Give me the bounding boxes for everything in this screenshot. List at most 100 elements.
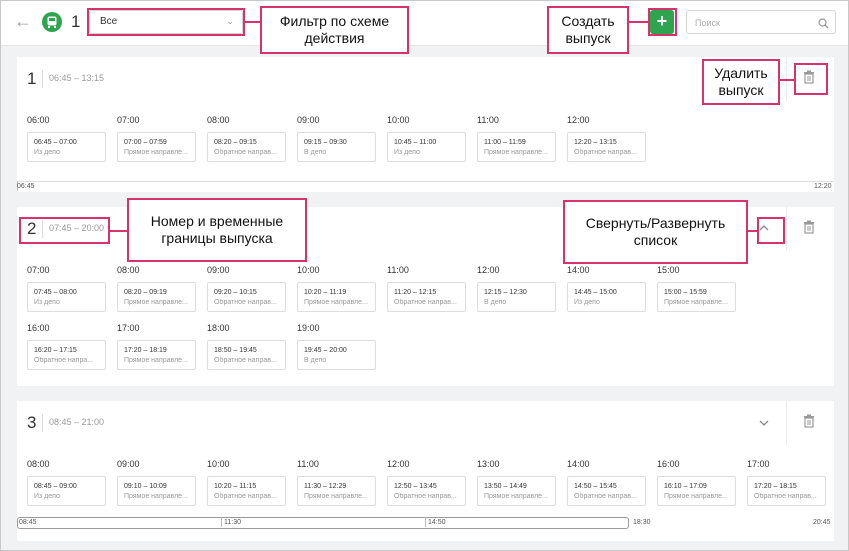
hour-label: 08:00: [117, 265, 140, 275]
trip-card[interactable]: 14:45 – 15:00 Из депо: [567, 282, 646, 312]
delete-release-button[interactable]: [786, 207, 834, 251]
trip-card[interactable]: 11:30 – 12:29 Прямое направле...: [297, 476, 376, 506]
trip-direction: Прямое направле...: [124, 493, 188, 500]
release-header: 3 08:45 – 21:00: [17, 401, 834, 445]
trash-icon: [803, 414, 815, 433]
callout-number: Номер и временные границы выпуска: [127, 198, 307, 262]
hour-label: 10:00: [297, 265, 320, 275]
back-arrow-icon[interactable]: ←: [13, 11, 33, 31]
trip-card[interactable]: 10:45 – 11:00 Из депо: [387, 132, 466, 162]
trip-direction: Обратное направ...: [214, 493, 277, 500]
trip-time: 07:00 – 07:59: [124, 139, 167, 146]
trip-card[interactable]: 15:00 – 15:59 Прямое направле...: [657, 282, 736, 312]
trip-direction: В депо: [304, 357, 327, 364]
timeline-tick: [221, 517, 222, 527]
timeline: 08:45 11:30 14:50 18:30 20:45: [17, 517, 834, 529]
trip-direction: Обратное направ...: [214, 149, 277, 156]
content-area: 1 06:45 – 13:15 06:45 12:20 06:00 06:45 –…: [1, 46, 848, 550]
search-input[interactable]: [693, 14, 817, 32]
trip-card[interactable]: 13:50 – 14:49 Прямое направле...: [477, 476, 556, 506]
app-frame: ← 1 Все ⌄ + 1 06:45 – 13:15: [0, 0, 849, 551]
connector: [629, 21, 648, 23]
trip-time: 14:45 – 15:00: [574, 289, 617, 296]
trip-card[interactable]: 16:10 – 17:09 Прямое направле...: [657, 476, 736, 506]
delete-release-button[interactable]: [786, 401, 834, 445]
hour-label: 17:00: [117, 323, 140, 333]
trip-time: 12:50 – 13:45: [394, 483, 437, 490]
trip-card[interactable]: 11:20 – 12:15 Обратное направ...: [387, 282, 466, 312]
trip-card[interactable]: 14:50 – 15:45 Обратное направ...: [567, 476, 646, 506]
trip-time: 07:45 – 08:00: [34, 289, 77, 296]
trip-card[interactable]: 08:20 – 09:15 Обратное направ...: [207, 132, 286, 162]
trip-time: 06:45 – 07:00: [34, 139, 77, 146]
timeline-label: 18:30: [633, 519, 651, 526]
release-number: 1: [27, 69, 37, 88]
collapse-toggle-button[interactable]: [738, 401, 786, 445]
trip-card[interactable]: 09:10 – 10:09 Прямое направле...: [117, 476, 196, 506]
trip-card[interactable]: 07:45 – 08:00 Из депо: [27, 282, 106, 312]
trip-card[interactable]: 08:45 – 09:00 Из депо: [27, 476, 106, 506]
trip-time: 09:15 – 09:30: [304, 139, 347, 146]
trip-card[interactable]: 19:45 – 20:00 В депо: [297, 340, 376, 370]
trip-time: 08:45 – 09:00: [34, 483, 77, 490]
trip-card[interactable]: 07:00 – 07:59 Прямое направле...: [117, 132, 196, 162]
trip-direction: Прямое направле...: [664, 493, 728, 500]
connector: [110, 230, 127, 232]
trip-direction: Обратное напра...: [34, 357, 94, 364]
trip-time: 11:20 – 12:15: [394, 289, 437, 296]
trip-direction: Прямое направле...: [664, 299, 728, 306]
trip-card[interactable]: 06:45 – 07:00 Из депо: [27, 132, 106, 162]
trip-card[interactable]: 10:20 – 11:15 Обратное направ...: [207, 476, 286, 506]
trip-time: 17:20 – 18:15: [754, 483, 797, 490]
trip-card[interactable]: 12:50 – 13:45 Обратное направ...: [387, 476, 466, 506]
search-box[interactable]: [686, 10, 836, 34]
trip-time: 13:50 – 14:49: [484, 483, 527, 490]
trip-card[interactable]: 12:20 – 13:15 Обратное направ...: [567, 132, 646, 162]
trip-card[interactable]: 11:00 – 11:59 Прямое направле...: [477, 132, 556, 162]
timeline-label: 11:30: [224, 519, 241, 526]
connector: [780, 79, 794, 81]
trip-direction: Из депо: [394, 149, 420, 156]
trip-card[interactable]: 17:20 – 18:19 Прямое направле...: [117, 340, 196, 370]
trip-card[interactable]: 10:20 – 11:19 Прямое направле...: [297, 282, 376, 312]
trip-card[interactable]: 18:50 – 19:45 Обратное направ...: [207, 340, 286, 370]
callout-filter: Фильтр по схеме действия: [260, 6, 409, 54]
trip-direction: Обратное направ...: [574, 149, 637, 156]
hour-label: 16:00: [657, 459, 680, 469]
trip-time: 12:15 – 12:30: [484, 289, 527, 296]
hour-label: 12:00: [477, 265, 500, 275]
hour-label: 08:00: [207, 115, 230, 125]
highlight-delete: [794, 63, 828, 95]
callout-delete: Удалить выпуск: [702, 59, 780, 105]
trip-direction: Из депо: [574, 299, 600, 306]
connector: [245, 21, 261, 23]
hour-label: 19:00: [297, 323, 320, 333]
release-time-range: 08:45 – 21:00: [49, 417, 105, 427]
trip-direction: Обратное направ...: [214, 299, 277, 306]
trip-card[interactable]: 16:20 – 17:15 Обратное напра...: [27, 340, 106, 370]
trip-time: 14:50 – 15:45: [574, 483, 617, 490]
hour-label: 08:00: [27, 459, 50, 469]
trip-direction: Обратное направ...: [394, 493, 457, 500]
trip-time: 08:20 – 09:15: [214, 139, 257, 146]
highlight-collapse: [757, 217, 785, 244]
trip-card[interactable]: 17:20 – 18:15 Обратное направ...: [747, 476, 826, 506]
trip-direction: В депо: [304, 149, 327, 156]
timeline-scroll-thumb[interactable]: [17, 517, 629, 529]
trip-time: 11:30 – 12:29: [304, 483, 347, 490]
trip-direction: Обратное направ...: [214, 357, 277, 364]
trip-time: 10:20 – 11:19: [304, 289, 347, 296]
trip-direction: Из депо: [34, 149, 60, 156]
trip-direction: Прямое направле...: [124, 149, 188, 156]
trip-card[interactable]: 09:20 – 10:15 Обратное направ...: [207, 282, 286, 312]
trip-card[interactable]: 12:15 – 12:30 В депо: [477, 282, 556, 312]
trip-time: 16:20 – 17:15: [34, 347, 77, 354]
hour-label: 17:00: [747, 459, 770, 469]
hour-label: 11:00: [387, 265, 409, 275]
trip-card[interactable]: 08:20 – 09:19 Прямое направле...: [117, 282, 196, 312]
trip-card[interactable]: 09:15 – 09:30 В депо: [297, 132, 376, 162]
trip-time: 19:45 – 20:00: [304, 347, 347, 354]
trip-direction: Обратное направ...: [754, 493, 817, 500]
trip-time: 16:10 – 17:09: [664, 483, 707, 490]
chevron-down-icon: [758, 415, 770, 433]
